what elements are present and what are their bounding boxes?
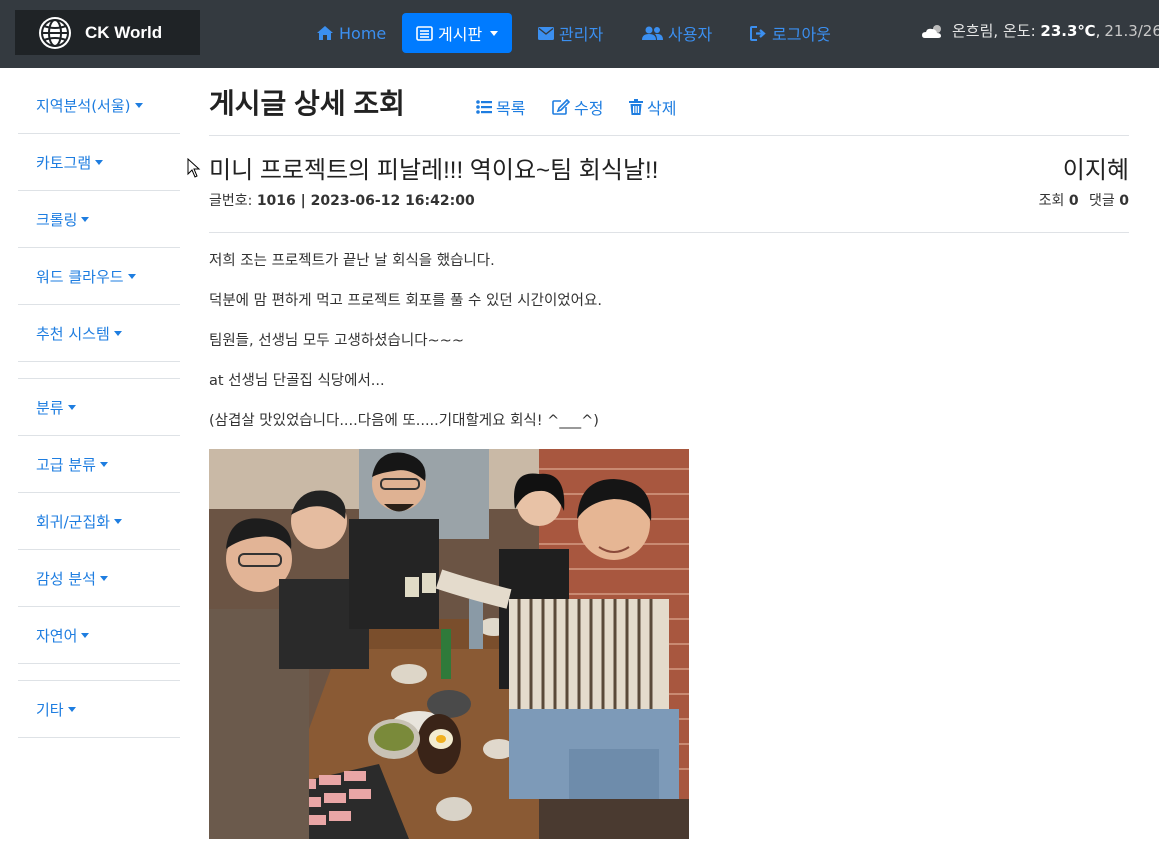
sidebar-divider	[18, 362, 180, 379]
content-line: at 선생님 단골집 식당에서...	[209, 373, 385, 389]
edit-button-label: 수정	[574, 99, 604, 118]
sidebar-item-cartogram[interactable]: 카토그램	[18, 134, 180, 191]
globe-icon	[39, 16, 71, 49]
sign-out-icon	[750, 25, 766, 41]
nav-admin-label: 관리자	[559, 25, 604, 44]
chevron-down-icon	[81, 632, 90, 638]
sidebar-item-label: 카토그램	[36, 153, 92, 172]
trash-icon	[629, 99, 643, 115]
delete-button[interactable]: 삭제	[629, 95, 676, 119]
sidebar-item-recommendation[interactable]: 추천 시스템	[18, 305, 180, 362]
post-title: 미니 프로젝트의 피날레!!! 역이요~팀 회식날!!	[209, 157, 659, 184]
sidebar-item-etc[interactable]: 기타	[18, 681, 180, 738]
chevron-down-icon	[81, 216, 90, 222]
board-icon	[416, 25, 433, 41]
temp-value: 23.3℃	[1040, 21, 1096, 40]
comments-label: 댓글	[1089, 193, 1115, 209]
sidebar-item-sentiment[interactable]: 감성 분석	[18, 550, 180, 607]
sidebar-item-label: 기타	[36, 700, 64, 719]
delete-button-label: 삭제	[647, 99, 677, 118]
sidebar-item-label: 감성 분석	[36, 569, 96, 588]
users-icon	[642, 26, 663, 40]
divider	[209, 232, 1129, 233]
nav-home-label: Home	[339, 23, 387, 43]
post-number-label: 글번호:	[209, 193, 253, 209]
nav-logout-label: 로그아웃	[772, 25, 831, 44]
list-button-label: 목록	[496, 99, 526, 118]
weather-condition: 온흐림	[952, 22, 994, 40]
list-button[interactable]: 목록	[476, 95, 525, 119]
chevron-down-icon	[134, 102, 143, 108]
home-icon	[317, 26, 333, 40]
temp-range: 21.3/26.	[1104, 21, 1159, 40]
content-line: 저희 조는 프로젝트가 끝난 날 회식을 했습니다.	[209, 253, 495, 269]
chevron-down-icon	[95, 159, 104, 165]
temp-label: 온도	[1002, 22, 1031, 40]
nav-users-label: 사용자	[668, 25, 713, 44]
post-number-date: 1016 | 2023-06-12 16:42:00	[256, 193, 475, 209]
sidebar-item-nlp[interactable]: 자연어	[18, 607, 180, 664]
weather-widget: 온흐림, 온도: 23.3℃, 21.3/26.	[922, 20, 1159, 41]
sidebar-item-label: 자연어	[36, 626, 78, 645]
sidebar-item-label: 추천 시스템	[36, 324, 110, 343]
comments-count: 0	[1119, 193, 1129, 209]
sidebar-item-classification[interactable]: 분류	[18, 379, 180, 436]
chevron-down-icon	[127, 273, 136, 279]
sidebar-item-label: 분류	[36, 398, 64, 417]
chevron-down-icon	[67, 404, 76, 410]
chevron-down-icon	[99, 575, 108, 581]
chevron-down-icon	[67, 706, 76, 712]
brand-logo[interactable]: CK World	[15, 10, 200, 55]
edit-button[interactable]: 수정	[552, 95, 603, 119]
edit-icon	[552, 99, 570, 115]
sidebar-item-label: 고급 분류	[36, 455, 96, 474]
sidebar-item-wordcloud[interactable]: 워드 클라우드	[18, 248, 180, 305]
post-stats: 조회 0 댓글 0	[1039, 190, 1129, 210]
sidebar-item-advanced-classification[interactable]: 고급 분류	[18, 436, 180, 493]
brand-name: CK World	[85, 22, 163, 42]
list-icon	[476, 100, 492, 114]
cloud-sun-icon	[922, 24, 941, 38]
page-title: 게시글 상세 조회	[209, 88, 405, 119]
post-content: 저희 조는 프로젝트가 끝난 날 회식을 했습니다. 덕분에 맘 편하게 먹고 …	[209, 251, 1109, 451]
sidebar-item-label: 회귀/군집화	[36, 512, 111, 531]
sidebar-divider	[18, 664, 180, 681]
divider	[209, 135, 1129, 136]
nav-home[interactable]: Home	[316, 13, 386, 53]
sidebar-item-region-analysis[interactable]: 지역분석(서울)	[18, 77, 180, 134]
sidebar-item-crawling[interactable]: 크롤링	[18, 191, 180, 248]
nav-logout[interactable]: 로그아웃	[750, 13, 831, 53]
group-dinner-photo	[209, 449, 689, 839]
post-author: 이지혜	[1062, 157, 1129, 184]
envelope-icon	[538, 26, 554, 40]
chevron-down-icon	[113, 330, 122, 336]
post-meta: 글번호: 1016 | 2023-06-12 16:42:00	[209, 190, 475, 210]
sidebar-menu: 지역분석(서울) 카토그램 크롤링 워드 클라우드 추천 시스템 분류 고급 분…	[18, 77, 180, 738]
content-line: 팀원들, 선생님 모두 고생하셨습니다~~~	[209, 333, 464, 349]
nav-admin[interactable]: 관리자	[538, 13, 603, 53]
chevron-down-icon	[114, 518, 123, 524]
sidebar-item-label: 크롤링	[36, 210, 78, 229]
nav-users[interactable]: 사용자	[642, 13, 712, 53]
chevron-down-icon	[99, 461, 108, 467]
top-navbar: CK World Home 게시판 관리자 사용자 로그아웃 온흐림, 온도: …	[0, 0, 1159, 68]
views-label: 조회	[1038, 193, 1065, 209]
chevron-down-icon	[490, 30, 499, 36]
sidebar-item-label: 워드 클라우드	[36, 267, 124, 286]
post-photo	[209, 449, 689, 839]
sidebar-item-label: 지역분석(서울)	[36, 96, 131, 115]
nav-board-label: 게시판	[438, 25, 483, 44]
mouse-cursor-icon	[187, 158, 201, 178]
sidebar-item-regression-clustering[interactable]: 회귀/군집화	[18, 493, 180, 550]
views-count: 0	[1068, 193, 1079, 209]
content-line: (삼겹살 맛있었습니다....다음에 또.....기대할게요 회식! ^___^…	[209, 413, 599, 429]
content-line: 덕분에 맘 편하게 먹고 프로젝트 회포를 풀 수 있던 시간이었어요.	[209, 293, 602, 309]
nav-board-dropdown[interactable]: 게시판	[402, 13, 513, 53]
